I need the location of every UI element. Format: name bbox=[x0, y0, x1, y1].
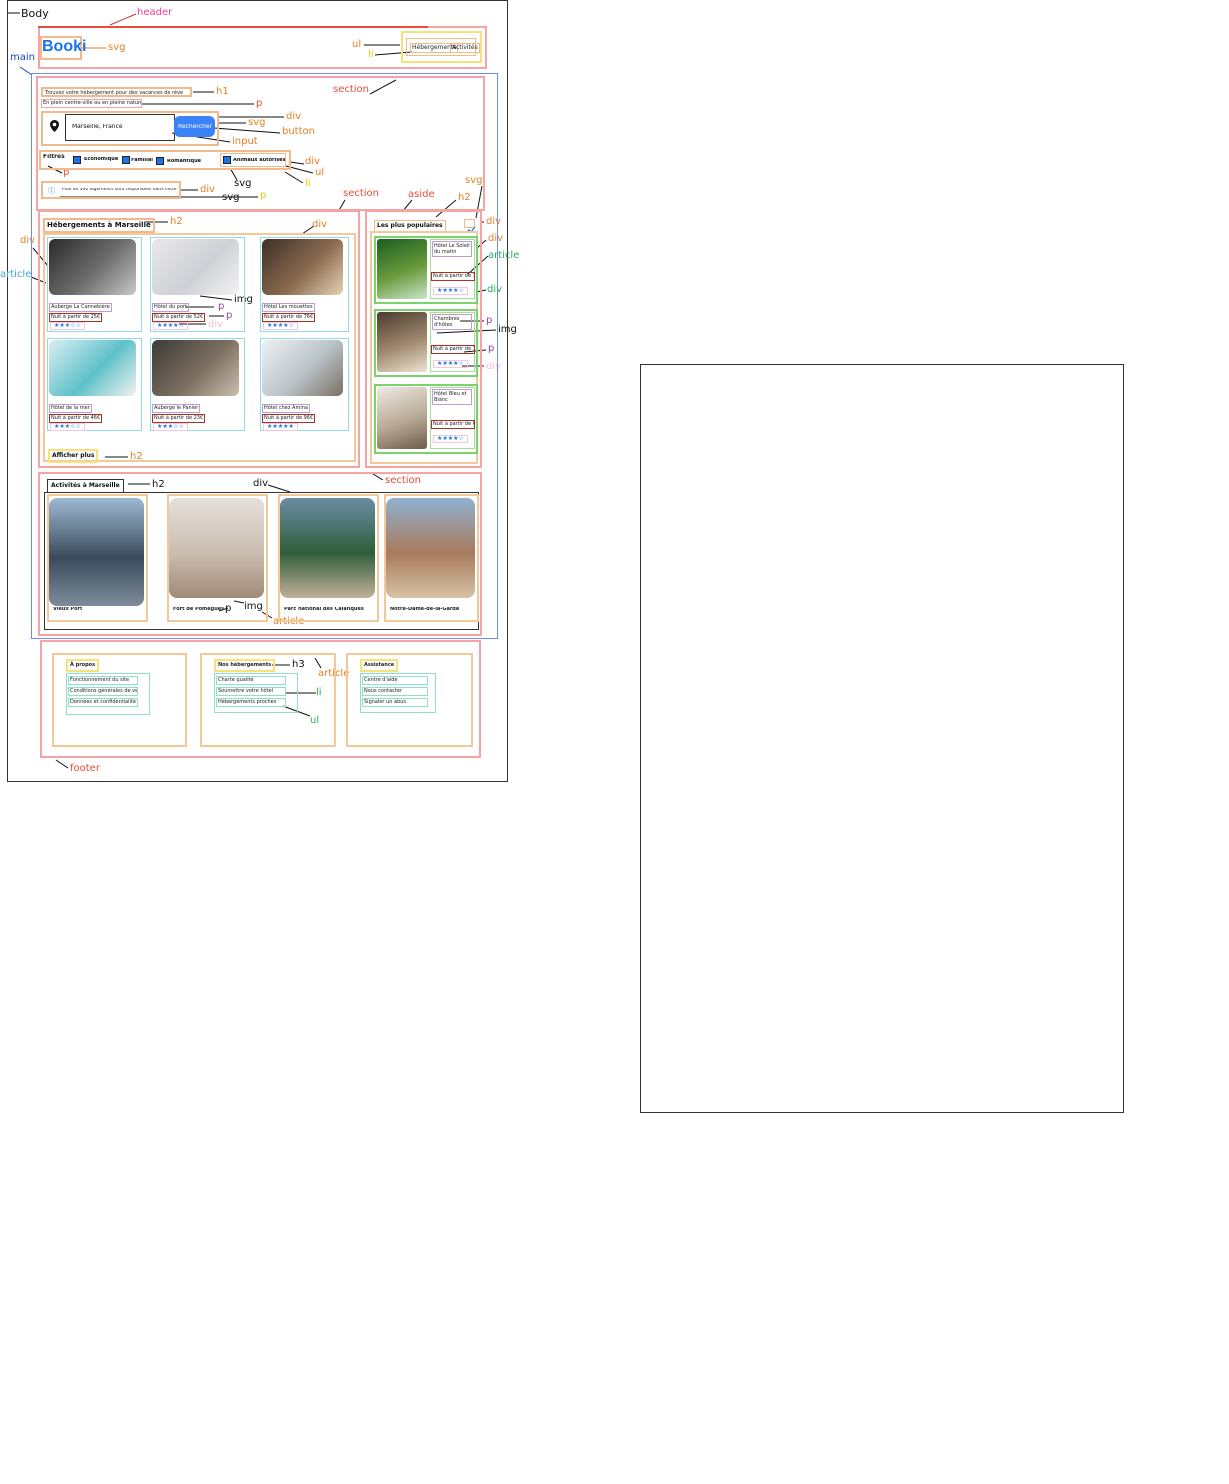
hebergement-photo bbox=[152, 340, 239, 396]
hebergement-photo bbox=[49, 340, 136, 396]
popular-photo bbox=[377, 239, 427, 299]
filters-label: Filtres bbox=[43, 154, 65, 160]
hebergement-price: Nuit à partir de 96€ bbox=[262, 414, 316, 423]
footer-link[interactable]: Centre d'aide bbox=[362, 676, 428, 685]
footer-link[interactable]: Fonctionnement du site bbox=[68, 676, 138, 685]
hebergement-stars: ★★★★☆ bbox=[153, 322, 188, 330]
label-article-card: article bbox=[0, 269, 32, 280]
filter-familial-checkbox[interactable] bbox=[122, 156, 130, 164]
header-top-accent bbox=[38, 26, 428, 28]
trend-icon bbox=[464, 219, 476, 234]
label-main: main bbox=[10, 52, 35, 63]
hebergement-price: Nuit à partir de 46€ bbox=[49, 414, 103, 423]
label-header: header bbox=[137, 7, 173, 18]
popular-name: Hôtel Bleu et Blanc bbox=[432, 389, 472, 405]
popular-stars: ★★★★☆ bbox=[433, 287, 468, 295]
hebergement-stars: ★★★★☆ bbox=[263, 322, 298, 330]
hebergement-stars: ★★★★★ bbox=[263, 423, 298, 431]
empty-preview-rect bbox=[640, 364, 1124, 1113]
label-footer: footer bbox=[70, 763, 100, 774]
filter-romantique-checkbox[interactable] bbox=[156, 157, 164, 165]
popular-name: Chambres d'hôtes bbox=[432, 314, 472, 330]
footer-column-title: À propos bbox=[66, 659, 100, 672]
hebergement-name: Hôtel chez Amina bbox=[262, 404, 310, 413]
hebergement-stars: ★★★☆☆ bbox=[153, 423, 188, 431]
filter-familial[interactable]: Familial bbox=[131, 158, 153, 163]
hebergement-photo bbox=[152, 239, 239, 295]
activites-title: Activités à Marseille bbox=[47, 479, 124, 493]
footer-link[interactable]: Charte qualité bbox=[216, 676, 286, 685]
hebergement-price: Nuit à partir de 76€ bbox=[262, 313, 316, 322]
filter-economique-checkbox[interactable] bbox=[73, 156, 81, 164]
hebergement-photo bbox=[49, 239, 136, 295]
footer-link[interactable]: Conditions générales de vente bbox=[68, 687, 138, 696]
search-button[interactable]: Rechercher bbox=[178, 124, 212, 130]
footer-link[interactable]: Signaler un abus bbox=[362, 698, 428, 707]
footer-column-title: Nos hébergements bbox=[214, 659, 276, 672]
footer-link[interactable]: Données et confidentialité bbox=[68, 698, 138, 707]
hebergement-price: Nuit à partir de 23€ bbox=[152, 414, 206, 423]
info-icon: ⓘ bbox=[48, 187, 55, 195]
popular-price: Nuit à partir de 68€ bbox=[431, 420, 475, 429]
filter-romantique[interactable]: Romantique bbox=[167, 159, 201, 164]
activite-name: Fort de Pomègues bbox=[173, 607, 225, 612]
popular-stars: ★★★★☆ bbox=[433, 435, 468, 443]
hebergement-stars: ★★★☆☆ bbox=[50, 423, 85, 431]
hebergement-price: Nuit à partir de 52€ bbox=[152, 313, 206, 322]
label-body: Body bbox=[21, 7, 49, 20]
filter-animaux[interactable]: Animaux autorisés bbox=[233, 158, 286, 163]
afficher-plus-link[interactable]: Afficher plus bbox=[48, 449, 99, 463]
filter-economique[interactable]: Économique bbox=[84, 157, 118, 162]
activite-photo bbox=[386, 498, 475, 598]
search-input[interactable]: Marseille, France bbox=[72, 124, 123, 130]
nav-item-activites[interactable]: Activités bbox=[450, 43, 480, 53]
filter-animaux-checkbox[interactable] bbox=[223, 156, 231, 164]
hebergement-name: Hôtel de la mer bbox=[49, 404, 92, 413]
activite-photo bbox=[49, 498, 144, 606]
hebergement-name: Hôtel Les mouettes bbox=[262, 303, 315, 312]
hebergement-price: Nuit à partir de 25€ bbox=[49, 313, 103, 322]
logo[interactable]: Booki bbox=[42, 38, 86, 56]
hebergements-title: Hébergements à Marseille bbox=[43, 218, 155, 233]
footer-link[interactable]: Nous contacter bbox=[362, 687, 428, 696]
info-text: Plus de 500 logements sont disponibles d… bbox=[62, 188, 178, 192]
hebergement-name: Auberge La Cannebière bbox=[49, 303, 112, 312]
popular-price: Nuit à partir de 128€ bbox=[431, 272, 475, 281]
activite-name: Vieux Port bbox=[53, 607, 83, 612]
activite-name: Parc national des Calanques bbox=[284, 607, 364, 612]
popular-stars: ★★★★☆ bbox=[433, 360, 468, 368]
location-pin-icon bbox=[50, 120, 59, 132]
activite-name: Notre-Dame-de-la-Garde bbox=[390, 607, 460, 612]
hero-subtitle: En plein centre-ville ou en pleine natur… bbox=[41, 99, 142, 108]
hebergement-stars: ★★★☆☆ bbox=[50, 322, 85, 330]
activite-photo bbox=[169, 498, 264, 598]
hebergement-photo bbox=[262, 239, 343, 295]
popular-price: Nuit à partir de 71€ bbox=[431, 345, 475, 354]
footer-link[interactable]: Soumettre votre hôtel bbox=[216, 687, 286, 696]
popular-photo bbox=[377, 387, 427, 449]
hero-title: Trouvez votre hébergement pour des vacan… bbox=[41, 87, 192, 97]
footer-column-title: Assistance bbox=[360, 659, 399, 672]
popular-photo bbox=[377, 312, 427, 372]
popular-name: Hôtel Le Soleil du matin bbox=[432, 241, 472, 257]
label-img-aside: img bbox=[498, 324, 517, 335]
hebergement-photo bbox=[262, 340, 343, 396]
footer-link[interactable]: Hébergements proches bbox=[216, 698, 286, 707]
activite-photo bbox=[280, 498, 375, 598]
hebergement-name: Auberge le Panier bbox=[152, 404, 201, 413]
hebergement-name: Hôtel du port bbox=[152, 303, 190, 312]
